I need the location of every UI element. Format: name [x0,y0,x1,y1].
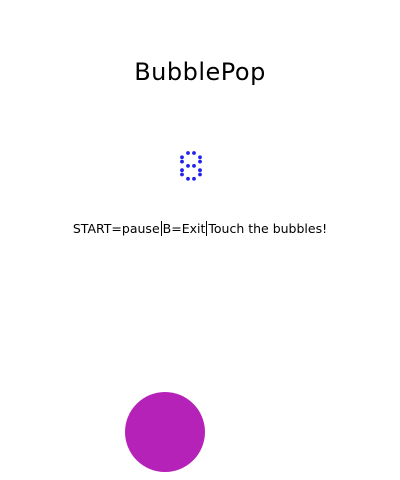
score-dot [186,164,190,168]
score-dot [180,159,184,164]
controls-hint: START=pause B=Exit Touch the bubbles! [0,221,400,236]
score-dot [198,172,202,177]
score-dot [198,168,202,173]
hint-exit: B=Exit [162,221,206,236]
game-screen[interactable]: BubblePop 8 START=pauseB=ExitTouch the b… [0,0,400,480]
score-dot [186,151,190,155]
score-dot [198,155,202,160]
hint-separator [160,221,162,236]
score-dot [192,151,196,155]
bubble[interactable] [125,392,205,472]
hint-touch: Touch the bubbles! [208,221,328,236]
score-dot [186,176,190,181]
score-dot [180,168,184,173]
hint-pause: START=pause [72,221,160,236]
score-dot [192,176,196,181]
game-title: BubblePop [134,58,266,86]
score-dot [180,172,184,177]
score-dot [180,155,184,160]
score-dot [198,159,202,164]
score-dot [192,164,196,168]
score-counter: 8 [180,151,202,181]
